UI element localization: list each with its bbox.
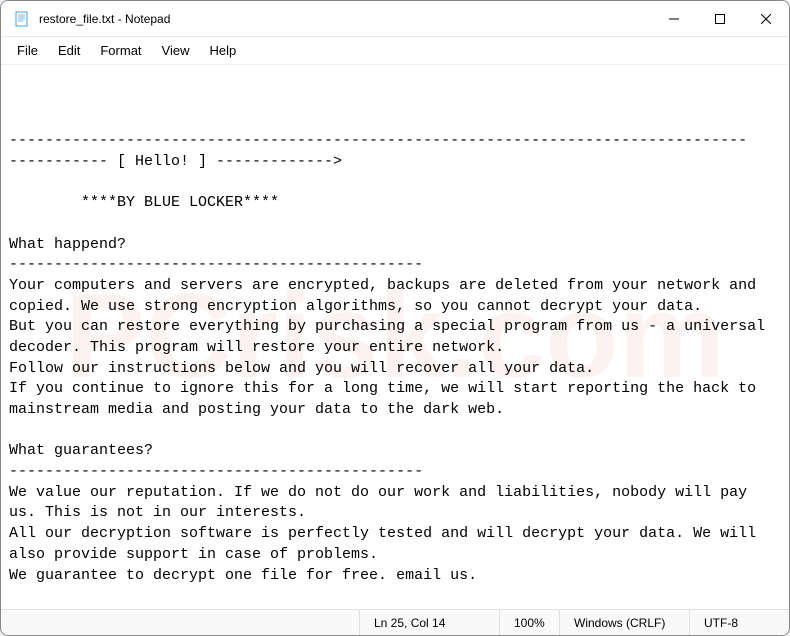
text-area[interactable]: PCrisk.com -----------------------------… — [1, 65, 789, 609]
document-text: ----------------------------------------… — [9, 131, 781, 609]
titlebar-text: restore_file.txt - Notepad — [39, 12, 651, 26]
menu-file[interactable]: File — [7, 39, 48, 62]
menu-help[interactable]: Help — [199, 39, 246, 62]
titlebar: restore_file.txt - Notepad — [1, 1, 789, 37]
menubar: File Edit Format View Help — [1, 37, 789, 65]
menu-edit[interactable]: Edit — [48, 39, 90, 62]
statusbar: Ln 25, Col 14 100% Windows (CRLF) UTF-8 — [1, 609, 789, 635]
status-lineendings: Windows (CRLF) — [559, 610, 689, 635]
notepad-window: restore_file.txt - Notepad File Edit For… — [0, 0, 790, 636]
maximize-button[interactable] — [697, 1, 743, 36]
notepad-icon — [13, 10, 31, 28]
menu-view[interactable]: View — [152, 39, 200, 62]
status-position: Ln 25, Col 14 — [359, 610, 499, 635]
status-encoding: UTF-8 — [689, 610, 789, 635]
minimize-button[interactable] — [651, 1, 697, 36]
close-button[interactable] — [743, 1, 789, 36]
menu-format[interactable]: Format — [90, 39, 151, 62]
status-zoom: 100% — [499, 610, 559, 635]
window-controls — [651, 1, 789, 36]
